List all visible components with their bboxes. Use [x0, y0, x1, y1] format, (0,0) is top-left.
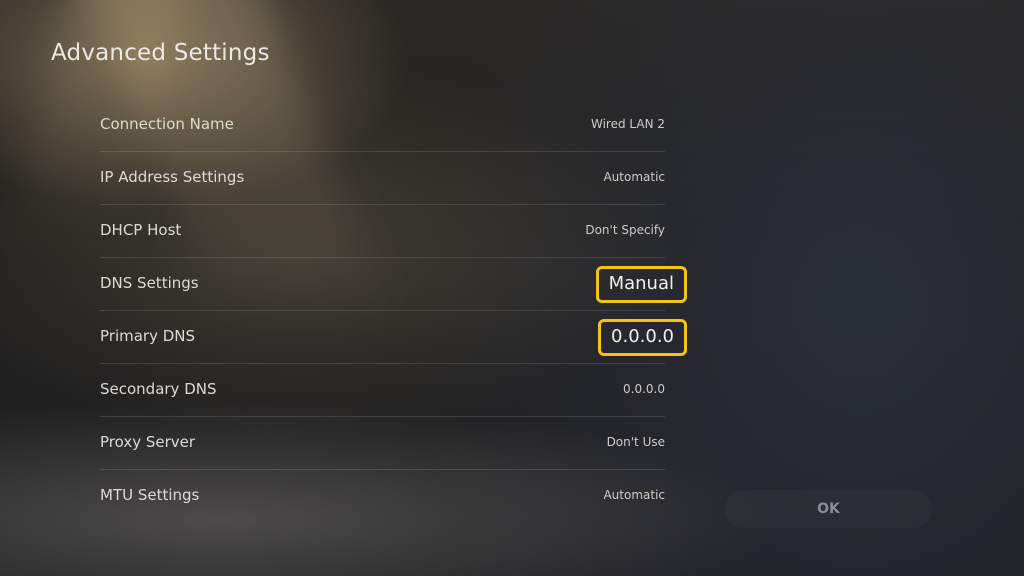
- setting-label: Primary DNS: [100, 327, 196, 345]
- setting-label: IP Address Settings: [100, 168, 245, 186]
- setting-value: Automatic: [603, 170, 665, 184]
- setting-value-highlighted: Manual: [595, 266, 687, 303]
- setting-row-dhcp-host[interactable]: DHCP Host Don't Specify: [100, 205, 665, 258]
- setting-label: DHCP Host: [100, 221, 182, 239]
- setting-row-dns-settings[interactable]: DNS Settings Manual: [100, 258, 687, 311]
- setting-row-proxy-server[interactable]: Proxy Server Don't Use: [100, 417, 665, 470]
- page-title: Advanced Settings: [51, 40, 270, 66]
- setting-value: Wired LAN 2: [590, 117, 665, 131]
- setting-label: MTU Settings: [100, 486, 200, 504]
- setting-label: Proxy Server: [100, 433, 196, 451]
- setting-value: Don't Use: [606, 435, 665, 449]
- setting-value: Don't Specify: [585, 223, 665, 237]
- setting-row-primary-dns[interactable]: Primary DNS 0.0.0.0: [100, 311, 687, 364]
- setting-row-connection-name[interactable]: Connection Name Wired LAN 2: [100, 99, 665, 152]
- setting-label: Secondary DNS: [100, 380, 217, 398]
- settings-list: Connection Name Wired LAN 2 IP Address S…: [100, 99, 687, 522]
- setting-row-secondary-dns[interactable]: Secondary DNS 0.0.0.0: [100, 364, 665, 417]
- setting-value-highlighted: 0.0.0.0: [598, 319, 687, 356]
- ok-button[interactable]: OK: [725, 490, 932, 528]
- setting-value: 0.0.0.0: [623, 382, 665, 396]
- setting-label: DNS Settings: [100, 274, 199, 292]
- setting-row-mtu-settings[interactable]: MTU Settings Automatic: [100, 470, 665, 522]
- setting-value: Automatic: [603, 488, 665, 502]
- setting-row-ip-address-settings[interactable]: IP Address Settings Automatic: [100, 152, 665, 205]
- setting-label: Connection Name: [100, 115, 234, 133]
